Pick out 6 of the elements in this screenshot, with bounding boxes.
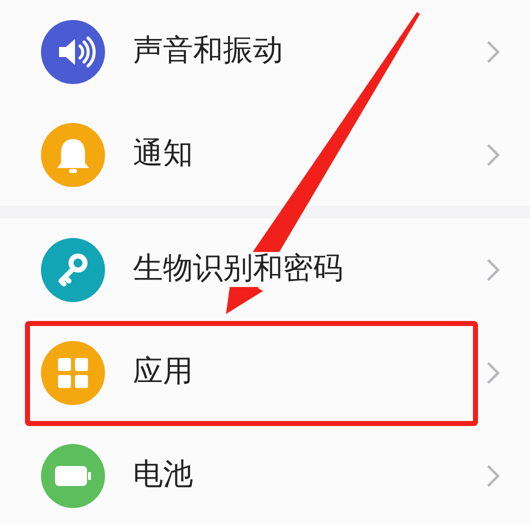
chevron-icon [486, 464, 500, 488]
chevron-icon [486, 40, 500, 64]
chevron-icon [486, 142, 500, 166]
chevron-icon [486, 360, 500, 384]
setting-label[interactable]: 生物识别和密码 [133, 252, 343, 287]
chevron-icon [486, 258, 500, 282]
